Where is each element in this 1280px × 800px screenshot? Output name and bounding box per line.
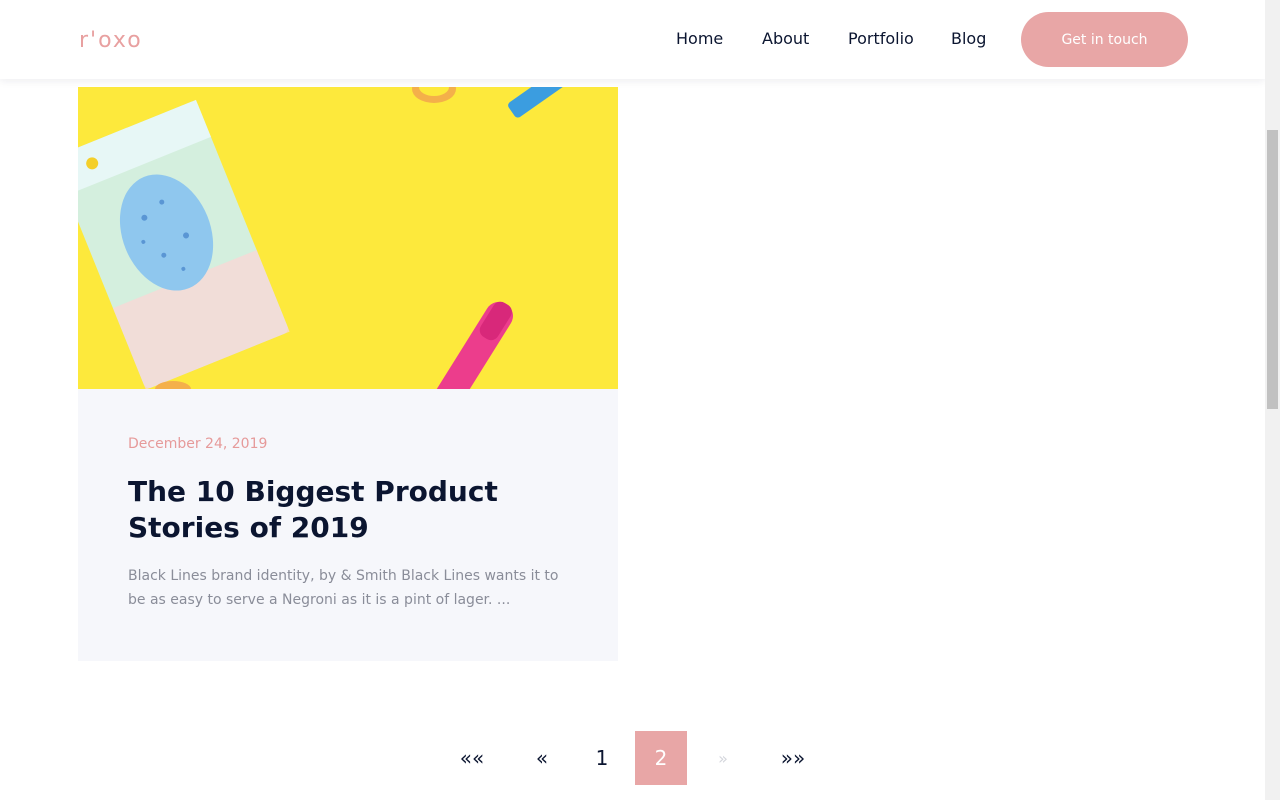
nav-blog-link[interactable]: Blog xyxy=(951,28,986,50)
pagination-next-button[interactable]: » xyxy=(700,731,746,785)
post-image-illustration xyxy=(78,87,618,389)
post-excerpt: Black Lines brand identity, by & Smith B… xyxy=(128,568,559,608)
nav-home-link[interactable]: Home xyxy=(676,28,723,50)
post-date: December 24, 2019 xyxy=(128,436,268,452)
pagination: «« « 1 2 » »» xyxy=(0,731,1265,785)
pagination-last-button[interactable]: »» xyxy=(770,731,816,785)
get-in-touch-button[interactable]: Get in touch xyxy=(1021,12,1188,67)
post-title[interactable]: The 10 Biggest Product Stories of 2019 xyxy=(128,474,568,546)
pagination-page-1[interactable]: 1 xyxy=(578,731,626,785)
scrollbar-thumb[interactable] xyxy=(1267,130,1278,409)
site-header: r'oxo Home About Portfolio Blog Get in t… xyxy=(0,0,1265,79)
nav-about-link[interactable]: About xyxy=(762,28,809,50)
nav-portfolio-link[interactable]: Portfolio xyxy=(848,28,914,50)
pagination-page-2-current[interactable]: 2 xyxy=(635,731,687,785)
vertical-scrollbar[interactable] xyxy=(1265,0,1280,800)
pagination-prev-button[interactable]: « xyxy=(518,731,566,785)
post-card-body: December 24, 2019 The 10 Biggest Product… xyxy=(128,436,568,612)
blog-post-card[interactable]: December 24, 2019 The 10 Biggest Product… xyxy=(78,87,618,661)
page-viewport: r'oxo Home About Portfolio Blog Get in t… xyxy=(0,0,1265,800)
post-featured-image[interactable] xyxy=(78,87,618,389)
pagination-first-button[interactable]: «« xyxy=(448,731,496,785)
